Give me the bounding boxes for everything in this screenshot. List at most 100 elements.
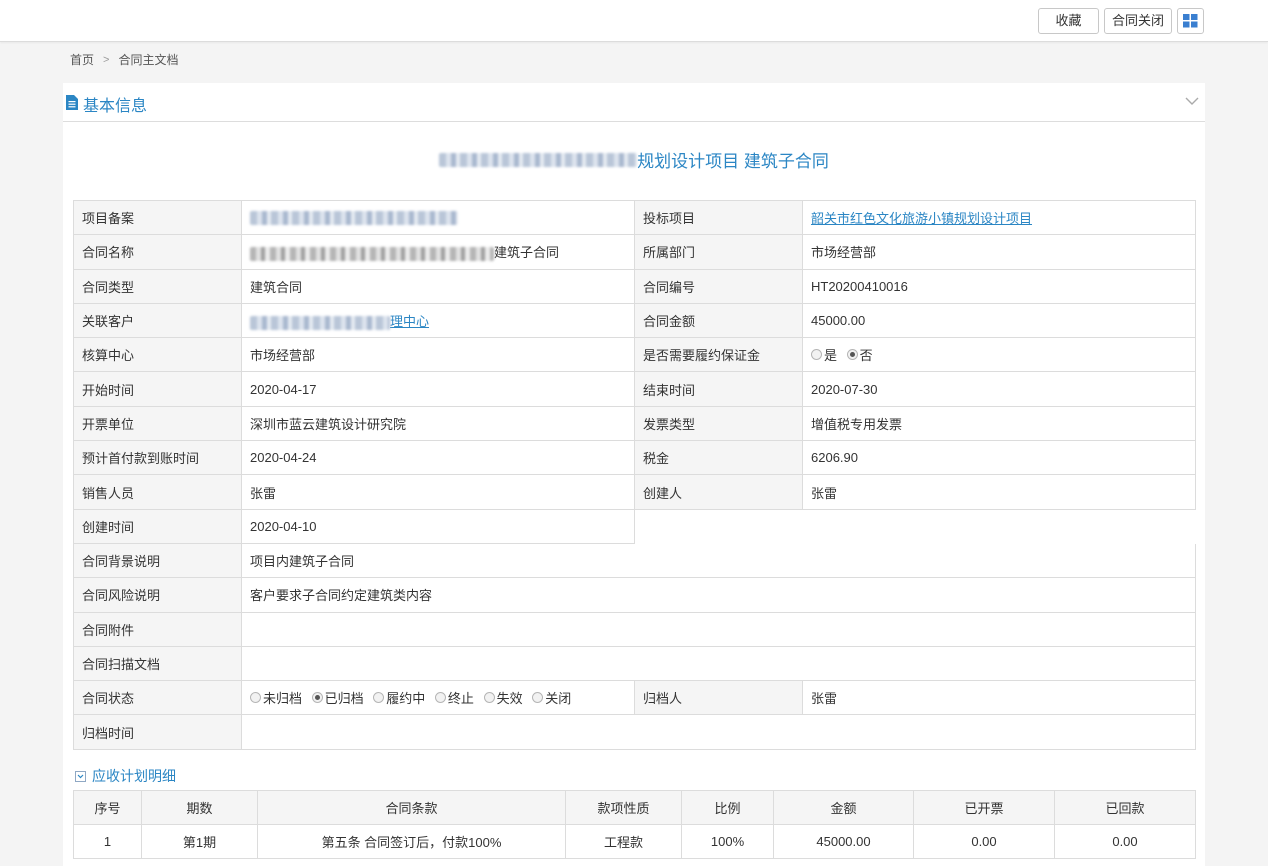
field-label: 创建时间 — [73, 508, 242, 544]
column-header: 款项性质 — [565, 790, 682, 825]
field-label: 开票单位 — [73, 405, 242, 442]
column-header: 期数 — [141, 790, 258, 825]
field-label: 合同附件 — [73, 611, 242, 647]
receivable-plan-table: 序号 期数 合同条款 款项性质 比例 金额 已开票 已回款 1 第1期 第五条 … — [73, 790, 1196, 859]
field-label: 结束时间 — [634, 371, 803, 407]
close-contract-button[interactable]: 合同关闭 — [1104, 8, 1172, 34]
radio-archived[interactable]: 已归档 — [311, 688, 364, 707]
radio-label: 否 — [859, 348, 873, 364]
table-row: 归档时间 — [73, 714, 1196, 750]
field-value: HT20200410016 — [802, 268, 1196, 304]
chevron-down-icon[interactable] — [1185, 97, 1199, 105]
radio-closed[interactable]: 关闭 — [532, 688, 571, 707]
panel-header[interactable]: 基本信息 — [63, 83, 1205, 122]
collapse-icon[interactable] — [75, 770, 86, 782]
receivable-plan-header[interactable]: 应收计划明细 — [75, 766, 176, 786]
table-row: 项目备案 投标项目 韶关市红色文化旅游小镇规划设计项目 — [73, 199, 1196, 236]
field-label: 合同类型 — [73, 268, 242, 304]
scan-doc-area[interactable] — [241, 645, 1196, 682]
table-row: 创建时间 2020-04-10 — [73, 508, 1196, 544]
table-cell: 第五条 合同签订后，付款100% — [257, 824, 566, 859]
receivable-plan-title: 应收计划明细 — [92, 768, 176, 784]
bid-project-link[interactable]: 韶关市红色文化旅游小镇规划设计项目 — [811, 211, 1032, 226]
field-value: 项目内建筑子合同 — [241, 542, 1196, 579]
field-value: 韶关市红色文化旅游小镇规划设计项目 — [802, 199, 1196, 236]
field-value: 建筑合同 — [241, 268, 635, 304]
favorite-button[interactable]: 收藏 — [1038, 8, 1099, 34]
redacted-text — [439, 152, 638, 167]
field-label: 合同风险说明 — [73, 577, 242, 613]
field-label: 项目备案 — [73, 199, 242, 236]
field-value: 2020-04-10 — [241, 508, 635, 544]
table-row: 开票单位 深圳市蓝云建筑设计研究院 发票类型 增值税专用发票 — [73, 405, 1196, 442]
attachment-area[interactable] — [241, 611, 1196, 647]
radio-terminated[interactable]: 终止 — [434, 688, 474, 707]
radio-unarchived[interactable]: 未归档 — [250, 688, 302, 707]
radio-circle — [434, 692, 446, 704]
table-cell: 工程款 — [565, 824, 682, 859]
radio-yes[interactable]: 是 — [811, 345, 837, 364]
contract-title-text: 规划设计项目 建筑子合同 — [637, 152, 829, 171]
radio-label: 未归档 — [263, 691, 303, 707]
field-value: 张雷 — [802, 474, 1196, 510]
project-record-link[interactable] — [241, 199, 635, 236]
contract-title: 规划设计项目 建筑子合同 — [63, 147, 1205, 172]
redacted-link — [250, 211, 458, 226]
field-value: 市场经营部 — [802, 234, 1196, 270]
column-header: 合同条款 — [257, 790, 566, 825]
table-row: 关联客户 理中心 合同金额 45000.00 — [73, 302, 1196, 339]
field-value: 2020-07-30 — [802, 371, 1196, 407]
field-value: 2020-04-17 — [241, 371, 635, 407]
contract-name-value: 建筑子合同 — [494, 245, 560, 261]
radio-performing[interactable]: 履约中 — [373, 688, 425, 707]
grid-icon — [1183, 14, 1198, 28]
radio-circle — [373, 692, 385, 704]
field-value: 45000.00 — [802, 302, 1196, 339]
breadcrumb-home[interactable]: 首页 — [70, 51, 94, 68]
section-title: 基本信息 — [83, 98, 148, 115]
radio-label: 终止 — [447, 691, 474, 707]
table-cell: 0.00 — [913, 824, 1055, 859]
table-row: 预计首付款到账时间 2020-04-24 税金 6206.90 — [73, 440, 1196, 476]
radio-circle — [811, 349, 822, 361]
table-header-row: 序号 期数 合同条款 款项性质 比例 金额 已开票 已回款 — [73, 790, 1196, 825]
status-radios: 未归档 已归档 履约中 终止 失效 关闭 — [241, 680, 635, 716]
breadcrumb: 首页 > 合同主文档 — [70, 51, 178, 68]
field-label: 合同金额 — [634, 302, 803, 339]
radio-invalid[interactable]: 失效 — [483, 688, 523, 707]
table-cell: 0.00 — [1054, 824, 1196, 859]
table-row: 核算中心 市场经营部 是否需要履约保证金 是 否 — [73, 337, 1196, 373]
table-row: 合同名称 建筑子合同 所属部门 市场经营部 — [73, 234, 1196, 270]
field-label: 销售人员 — [73, 474, 242, 510]
field-label: 归档时间 — [73, 714, 242, 750]
field-label: 税金 — [634, 440, 803, 476]
table-cell: 第1期 — [141, 824, 258, 859]
radio-label: 关闭 — [545, 691, 572, 707]
field-value: 客户要求子合同约定建筑类内容 — [241, 577, 1196, 613]
table-cell: 100% — [681, 824, 774, 859]
table-row: 合同扫描文档 — [73, 645, 1196, 682]
field-value: 2020-04-24 — [241, 440, 635, 476]
radio-no[interactable]: 否 — [846, 345, 873, 364]
column-header: 金额 — [773, 790, 914, 825]
customer-link[interactable]: 理中心 — [390, 314, 429, 329]
table-row: 合同状态 未归档 已归档 履约中 终止 失效 关闭 归档人 张雷 — [73, 680, 1196, 716]
field-label: 发票类型 — [634, 405, 803, 442]
table-cell: 45000.00 — [773, 824, 914, 859]
field-value — [241, 714, 1196, 750]
table-row: 合同类型 建筑合同 合同编号 HT20200410016 — [73, 268, 1196, 304]
radio-circle-selected — [311, 692, 323, 704]
grid-menu-button[interactable] — [1177, 8, 1204, 34]
field-label: 创建人 — [634, 474, 803, 510]
redacted-link — [250, 315, 390, 330]
field-value: 张雷 — [241, 474, 635, 510]
field-label: 合同背景说明 — [73, 542, 242, 579]
radio-label: 已归档 — [324, 691, 364, 707]
field-label: 合同编号 — [634, 268, 803, 304]
table-cell: 1 — [73, 824, 142, 859]
chevron-right-icon: > — [103, 53, 110, 66]
field-value: 6206.90 — [802, 440, 1196, 476]
field-value: 理中心 — [241, 302, 635, 339]
breadcrumb-current: 合同主文档 — [118, 53, 179, 67]
field-value: 张雷 — [802, 680, 1196, 716]
